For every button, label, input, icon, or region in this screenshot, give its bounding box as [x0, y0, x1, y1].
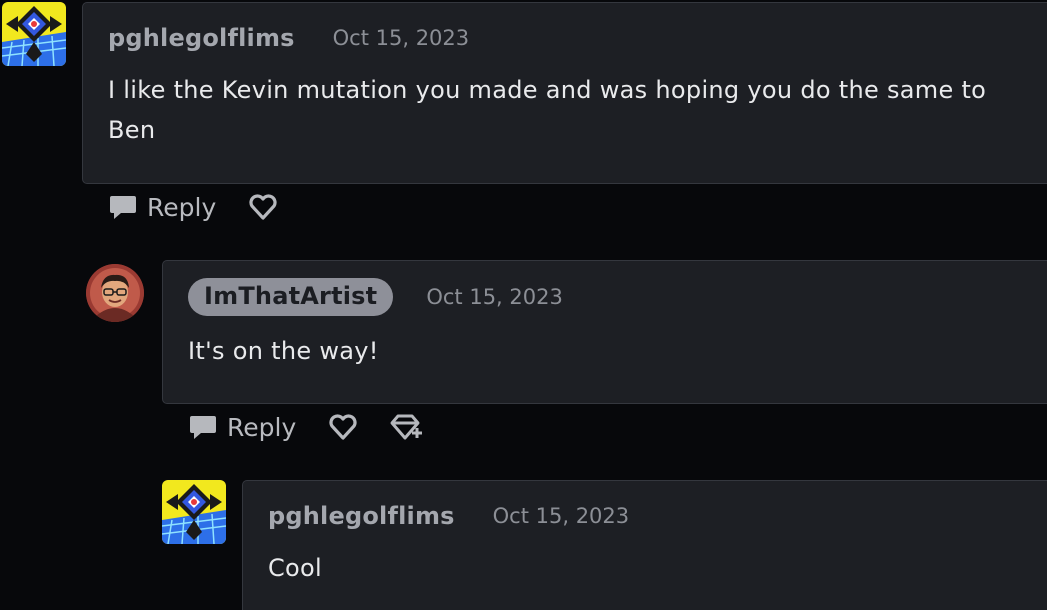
comment-header: ImThatArtist Oct 15, 2023 — [188, 278, 563, 316]
comment-body: Cool — [268, 554, 322, 582]
comment-date[interactable]: Oct 15, 2023 — [493, 504, 630, 528]
comment-actions: Reply — [188, 412, 424, 442]
author-name[interactable]: pghlegolflims — [268, 502, 455, 530]
comment-thread: pghlegolflims Oct 15, 2023 I like the Ke… — [0, 0, 1047, 610]
avatar[interactable] — [162, 480, 226, 544]
author-name-op-badge[interactable]: ImThatArtist — [188, 278, 394, 316]
award-icon — [390, 414, 423, 440]
user-avatar-image — [2, 2, 66, 66]
speech-bubble-icon — [190, 416, 216, 439]
like-button[interactable] — [248, 193, 278, 221]
reply-button[interactable]: Reply — [188, 412, 296, 442]
avatar[interactable] — [86, 264, 144, 322]
reply-label: Reply — [147, 192, 217, 222]
comment-header: pghlegolflims Oct 15, 2023 — [108, 24, 469, 52]
user-avatar-image — [162, 480, 226, 544]
comment-actions: Reply — [108, 192, 278, 222]
author-name[interactable]: pghlegolflims — [108, 24, 295, 52]
reply-button[interactable]: Reply — [108, 192, 216, 222]
reply-label: Reply — [227, 412, 297, 442]
avatar[interactable] — [2, 2, 66, 66]
comment-card — [242, 480, 1047, 610]
give-award-button[interactable] — [390, 412, 424, 442]
comment-body: I like the Kevin mutation you made and w… — [108, 76, 987, 144]
like-button[interactable] — [328, 413, 358, 441]
comment-date[interactable]: Oct 15, 2023 — [426, 285, 563, 309]
heart-icon — [249, 194, 277, 220]
comment-header: pghlegolflims Oct 15, 2023 — [268, 502, 629, 530]
comment-body: It's on the way! — [188, 337, 379, 365]
user-avatar-image — [86, 264, 144, 322]
speech-bubble-icon — [110, 196, 136, 219]
heart-icon — [329, 414, 357, 440]
comment-date[interactable]: Oct 15, 2023 — [333, 26, 470, 50]
